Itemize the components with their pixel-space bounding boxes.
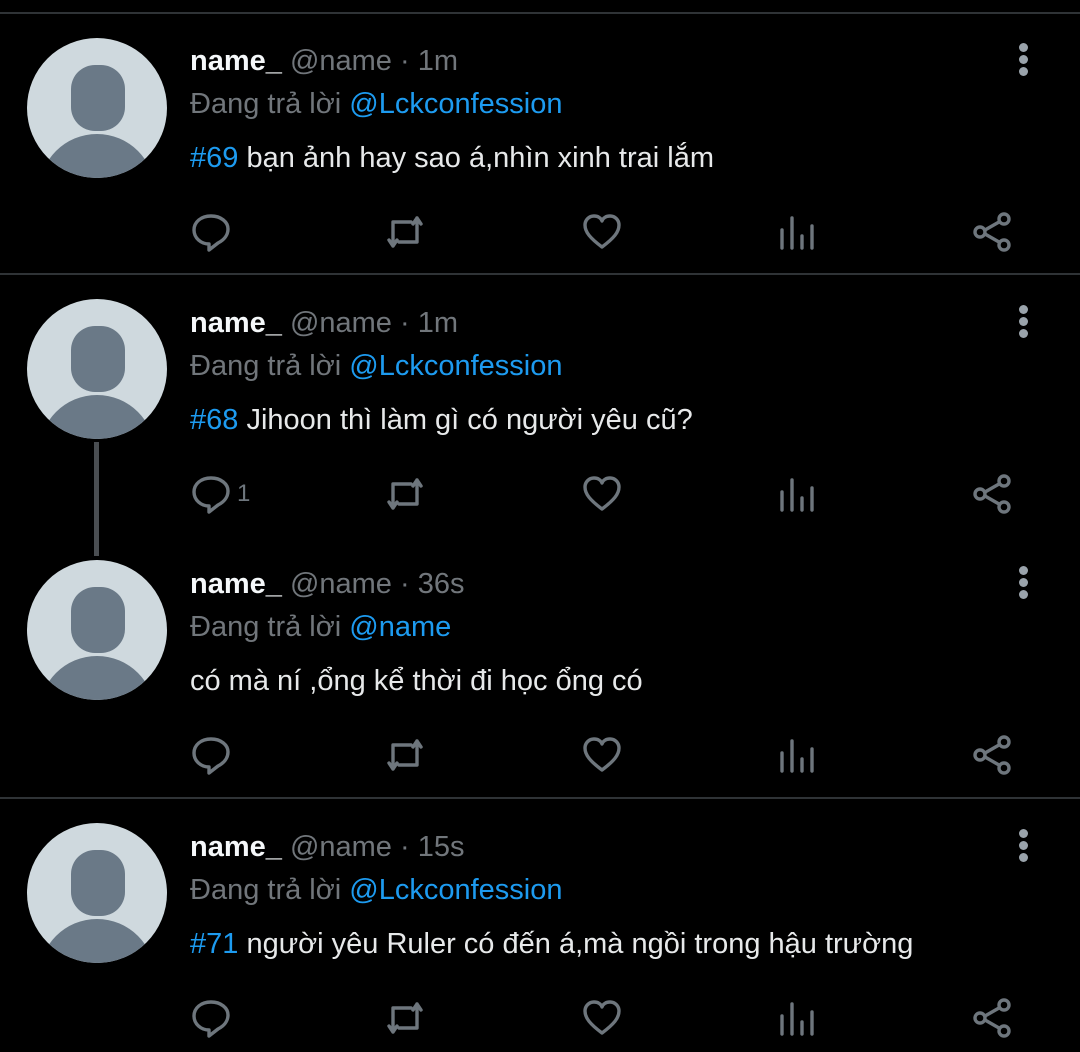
- reply-mention-link[interactable]: @Lckconfession: [349, 88, 562, 120]
- reply-button[interactable]: [191, 212, 237, 252]
- hashtag-link[interactable]: #69: [190, 142, 238, 174]
- share-button[interactable]: [972, 474, 1012, 514]
- like-icon: [583, 1000, 621, 1035]
- analytics-icon: [780, 739, 814, 773]
- display-name[interactable]: name_: [190, 307, 282, 339]
- separator: ·: [400, 45, 410, 77]
- tweet-body: người yêu Ruler có đến á,mà ngồi trong h…: [246, 928, 914, 960]
- reply-prefix: Đang trả lời: [190, 350, 342, 382]
- share-button[interactable]: [972, 735, 1012, 775]
- more-icon[interactable]: [1016, 566, 1030, 606]
- tweet-header: name_ @name · 1m: [190, 44, 458, 78]
- separator: ·: [400, 307, 410, 339]
- reply-prefix: Đang trả lời: [190, 611, 342, 643]
- replying-to: Đang trả lời @Lckconfession: [190, 873, 562, 907]
- retweet-button[interactable]: [385, 212, 425, 252]
- retweet-icon: [387, 739, 423, 771]
- analytics-icon: [780, 216, 814, 250]
- share-button[interactable]: [972, 212, 1012, 252]
- avatar[interactable]: [27, 299, 167, 439]
- like-icon: [583, 476, 621, 511]
- tweet-text: #71 người yêu Ruler có đến á,mà ngồi tro…: [190, 927, 913, 961]
- retweet-button[interactable]: [385, 735, 425, 775]
- divider: [0, 797, 1080, 799]
- hashtag-link[interactable]: #71: [190, 928, 238, 960]
- tweet-actions: [0, 735, 1080, 775]
- tweet-header: name_ @name · 15s: [190, 830, 465, 864]
- replying-to: Đang trả lời @Lckconfession: [190, 349, 562, 383]
- reply-mention-link[interactable]: @Lckconfession: [349, 350, 562, 382]
- divider: [0, 273, 1080, 275]
- tweet-text: có mà ní ,ổng kể thời đi học ổng có: [190, 664, 643, 698]
- handle[interactable]: @name: [290, 307, 392, 339]
- analytics-button[interactable]: [777, 474, 817, 514]
- replying-to: Đang trả lời @name: [190, 610, 451, 644]
- timestamp[interactable]: 36s: [418, 568, 465, 600]
- tweet-header: name_ @name · 1m: [190, 306, 458, 340]
- analytics-button[interactable]: [777, 212, 817, 252]
- handle[interactable]: @name: [290, 45, 392, 77]
- share-icon: [973, 735, 1011, 775]
- reply-prefix: Đang trả lời: [190, 874, 342, 906]
- reply-mention-link[interactable]: @Lckconfession: [349, 874, 562, 906]
- retweet-icon: [387, 216, 423, 248]
- like-button[interactable]: [582, 212, 622, 252]
- reply-prefix: Đang trả lời: [190, 88, 342, 120]
- like-button[interactable]: [582, 735, 622, 775]
- reply-icon: [192, 1000, 230, 1038]
- reply-icon: [192, 476, 230, 514]
- analytics-icon: [780, 1002, 814, 1036]
- more-icon[interactable]: [1016, 829, 1030, 869]
- more-icon[interactable]: [1016, 305, 1030, 345]
- share-button[interactable]: [972, 998, 1012, 1038]
- reply-button[interactable]: 1: [191, 474, 250, 514]
- retweet-button[interactable]: [385, 998, 425, 1038]
- tweet-text: #69 bạn ảnh hay sao á,nhìn xinh trai lắm: [190, 141, 714, 175]
- timestamp[interactable]: 15s: [418, 831, 465, 863]
- display-name[interactable]: name_: [190, 45, 282, 77]
- retweet-button[interactable]: [385, 474, 425, 514]
- separator: ·: [400, 568, 410, 600]
- like-icon: [583, 214, 621, 249]
- timestamp[interactable]: 1m: [418, 45, 458, 77]
- share-icon: [973, 212, 1011, 252]
- analytics-icon: [780, 478, 814, 512]
- share-icon: [973, 998, 1011, 1038]
- replying-to: Đang trả lời @Lckconfession: [190, 87, 562, 121]
- handle[interactable]: @name: [290, 831, 392, 863]
- retweet-icon: [387, 1002, 423, 1034]
- retweet-icon: [387, 478, 423, 510]
- reply-icon: [192, 737, 230, 775]
- display-name[interactable]: name_: [190, 831, 282, 863]
- like-button[interactable]: [582, 474, 622, 514]
- tweet-body: bạn ảnh hay sao á,nhìn xinh trai lắm: [246, 142, 714, 174]
- tweet-actions: 1: [0, 474, 1080, 514]
- reply-icon: [192, 214, 230, 252]
- avatar[interactable]: [27, 38, 167, 178]
- tweet-body: có mà ní ,ổng kể thời đi học ổng có: [190, 665, 643, 697]
- tweet-header: name_ @name · 36s: [190, 567, 465, 601]
- avatar[interactable]: [27, 823, 167, 963]
- more-icon[interactable]: [1016, 43, 1030, 83]
- reply-mention-link[interactable]: @name: [349, 611, 451, 643]
- analytics-button[interactable]: [777, 735, 817, 775]
- hashtag-link[interactable]: #68: [190, 404, 238, 436]
- reply-button[interactable]: [191, 998, 237, 1038]
- avatar[interactable]: [27, 560, 167, 700]
- reply-count: 1: [237, 480, 251, 507]
- handle[interactable]: @name: [290, 568, 392, 600]
- top-divider: [0, 12, 1080, 14]
- reply-button[interactable]: [191, 735, 237, 775]
- analytics-button[interactable]: [777, 998, 817, 1038]
- like-button[interactable]: [582, 998, 622, 1038]
- share-icon: [973, 474, 1011, 514]
- timestamp[interactable]: 1m: [418, 307, 458, 339]
- like-icon: [583, 737, 621, 772]
- tweet-actions: [0, 212, 1080, 252]
- tweet-text: #68 Jihoon thì làm gì có người yêu cũ?: [190, 403, 693, 437]
- tweet-actions: [0, 998, 1080, 1038]
- display-name[interactable]: name_: [190, 568, 282, 600]
- separator: ·: [400, 831, 410, 863]
- tweet-body: Jihoon thì làm gì có người yêu cũ?: [246, 404, 693, 436]
